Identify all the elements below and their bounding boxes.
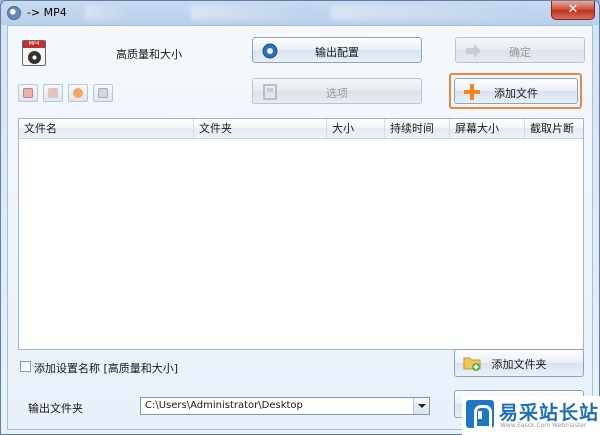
column-header-duration[interactable]: 持续时间 [385,119,450,138]
blurred-region [191,5,311,21]
clear-tool-button[interactable] [43,84,63,102]
column-header-size[interactable]: 大小 [327,119,385,138]
remove-icon [23,88,33,98]
add-folder-label: 添加文件夹 [491,358,547,371]
close-button[interactable]: ✕ [551,1,595,20]
chevron-down-icon[interactable] [413,398,429,414]
output-folder-label: 输出文件夹 [28,402,83,415]
output-folder-select[interactable]: C:\Users\Administrator\Desktop [140,397,430,415]
confirm-label: 确定 [509,46,531,59]
column-header-clip[interactable]: 截取片断 [525,119,583,138]
clear-icon [48,88,58,98]
mp4-profile-icon: MP4 [22,40,46,66]
options-button[interactable]: 选项 [252,78,422,104]
add-folder-button[interactable]: 添加文件夹 [454,349,584,377]
add-file-label: 添加文件 [494,87,538,100]
play-tool-button[interactable] [68,84,88,102]
profile-icon-tag: MP4 [23,41,45,48]
output-config-label: 输出配置 [315,46,359,59]
profile-name: 高质量和大小 [116,48,182,61]
converter-panel: MP4 高质量和大小 输出配置 确定 选项 添加文件 文件名 文件夹 大小 持续… [7,25,593,430]
table-header: 文件名 文件夹 大小 持续时间 屏幕大小 截取片断 [19,119,583,139]
site-logo-icon [466,400,494,429]
options-label: 选项 [326,87,348,100]
watermark-subtext: Www.Easck.Com Webmaster [500,422,587,429]
blurred-region [85,5,131,21]
output-config-button[interactable]: 输出配置 [252,37,422,63]
info-icon [98,88,108,98]
add-setting-name-checkbox[interactable] [20,361,31,372]
column-header-screen-size[interactable]: 屏幕大小 [450,119,525,138]
file-list-table[interactable]: 文件名 文件夹 大小 持续时间 屏幕大小 截取片断 [18,118,584,350]
site-watermark: 易采站长站 Www.Easck.Com Webmaster [462,396,600,435]
window-title: -> MP4 [27,6,67,19]
title-bar[interactable]: -> MP4 ✕ [1,1,599,25]
remove-tool-button[interactable] [18,84,38,102]
column-header-folder[interactable]: 文件夹 [194,119,327,138]
app-icon [7,6,21,20]
info-tool-button[interactable] [93,84,113,102]
confirm-button[interactable]: 确定 [455,37,585,63]
watermark-text: 易采站长站 [499,402,600,424]
blurred-region [331,5,531,21]
play-icon [73,88,83,98]
app-window: -> MP4 ✕ MP4 高质量和大小 输出配置 确定 选项 添加文件 文件名 … [0,0,600,435]
add-setting-name-label: 添加设置名称 [高质量和大小] [34,362,179,375]
close-icon: ✕ [567,2,579,17]
output-folder-path: C:\Users\Administrator\Desktop [145,400,303,411]
add-file-button[interactable]: 添加文件 [454,78,578,104]
column-header-filename[interactable]: 文件名 [19,119,194,138]
film-reel-icon [28,51,41,64]
